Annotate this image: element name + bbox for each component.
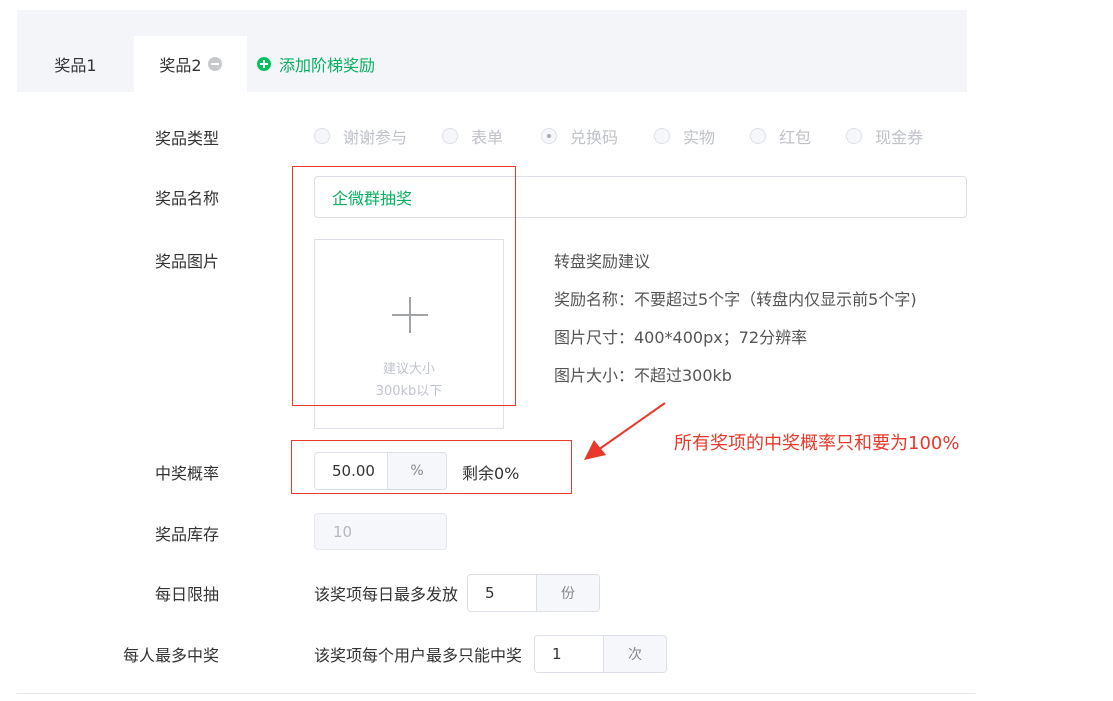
radio-label: 实物 bbox=[683, 128, 716, 147]
radio-checked-icon bbox=[541, 128, 558, 144]
radio-label: 谢谢参与 bbox=[343, 128, 408, 147]
radio-redeem-code[interactable]: 兑换码 bbox=[541, 124, 618, 148]
radio-thanks[interactable]: 谢谢参与 bbox=[314, 124, 407, 148]
highlight-box-probability bbox=[291, 440, 572, 494]
daily-limit-prefix: 该奖项每日最多发放 bbox=[314, 585, 459, 604]
prize-tab-bar: 奖品1 奖品2 添加阶梯奖励 bbox=[17, 10, 967, 92]
radio-circle-icon bbox=[654, 128, 671, 144]
prize-stock-value: 10 bbox=[333, 522, 353, 541]
daily-limit-input[interactable]: 5 份 bbox=[467, 574, 600, 612]
radio-circle-icon bbox=[750, 128, 767, 144]
per-user-limit-value[interactable]: 1 bbox=[535, 636, 603, 672]
tab-prize-2-label: 奖品2 bbox=[159, 56, 202, 75]
tab-prize-1-label: 奖品1 bbox=[54, 56, 97, 75]
annotation-note: 所有奖项的中奖概率只和要为100% bbox=[674, 433, 960, 454]
section-divider bbox=[17, 693, 975, 694]
annotation-arrow-icon bbox=[584, 402, 666, 460]
radio-cash-coupon[interactable]: 现金券 bbox=[846, 124, 923, 148]
radio-form[interactable]: 表单 bbox=[442, 124, 503, 148]
plus-circle-icon bbox=[257, 57, 271, 71]
add-tier-reward-label: 添加阶梯奖励 bbox=[279, 56, 376, 75]
tips-image-size: 图片尺寸：400*400px；72分辨率 bbox=[554, 328, 808, 347]
win-probability-label: 中奖概率 bbox=[154, 464, 219, 483]
per-user-limit-label: 每人最多中奖 bbox=[122, 646, 219, 665]
radio-label: 现金券 bbox=[875, 128, 924, 147]
daily-limit-label: 每日限抽 bbox=[154, 585, 219, 604]
prize-stock-label: 奖品库存 bbox=[154, 525, 219, 544]
tips-name: 奖励名称：不要超过5个字（转盘内仅显示前5个字) bbox=[554, 290, 917, 309]
radio-physical[interactable]: 实物 bbox=[654, 124, 715, 148]
tips-file-size: 图片大小：不超过300kb bbox=[554, 366, 732, 385]
radio-circle-icon bbox=[314, 128, 330, 144]
radio-label: 红包 bbox=[779, 128, 812, 147]
prize-name-label: 奖品名称 bbox=[154, 189, 219, 208]
prize-type-label: 奖品类型 bbox=[154, 129, 219, 148]
tab-prize-1[interactable]: 奖品1 bbox=[17, 36, 134, 92]
prize-type-radio-group: 谢谢参与 表单 兑换码 实物 红包 现金券 bbox=[314, 125, 923, 147]
add-tier-reward-button[interactable]: 添加阶梯奖励 bbox=[257, 36, 375, 92]
highlight-box-name-image bbox=[292, 166, 516, 406]
radio-label: 表单 bbox=[471, 128, 504, 147]
radio-label: 兑换码 bbox=[570, 128, 619, 147]
radio-red-packet[interactable]: 红包 bbox=[750, 124, 811, 148]
radio-circle-icon bbox=[846, 128, 863, 144]
prize-image-label: 奖品图片 bbox=[154, 252, 219, 271]
per-user-limit-input[interactable]: 1 次 bbox=[534, 635, 667, 673]
radio-circle-icon bbox=[442, 128, 459, 144]
per-user-limit-unit: 次 bbox=[603, 636, 666, 672]
tab-prize-2[interactable]: 奖品2 bbox=[134, 36, 247, 92]
daily-limit-value[interactable]: 5 bbox=[468, 575, 536, 611]
remove-circle-icon[interactable] bbox=[207, 57, 222, 71]
prize-stock-input: 10 bbox=[314, 513, 447, 550]
daily-limit-unit: 份 bbox=[536, 575, 599, 611]
tips-title: 转盘奖励建议 bbox=[554, 252, 651, 271]
per-user-limit-prefix: 该奖项每个用户最多只能中奖 bbox=[314, 646, 523, 665]
